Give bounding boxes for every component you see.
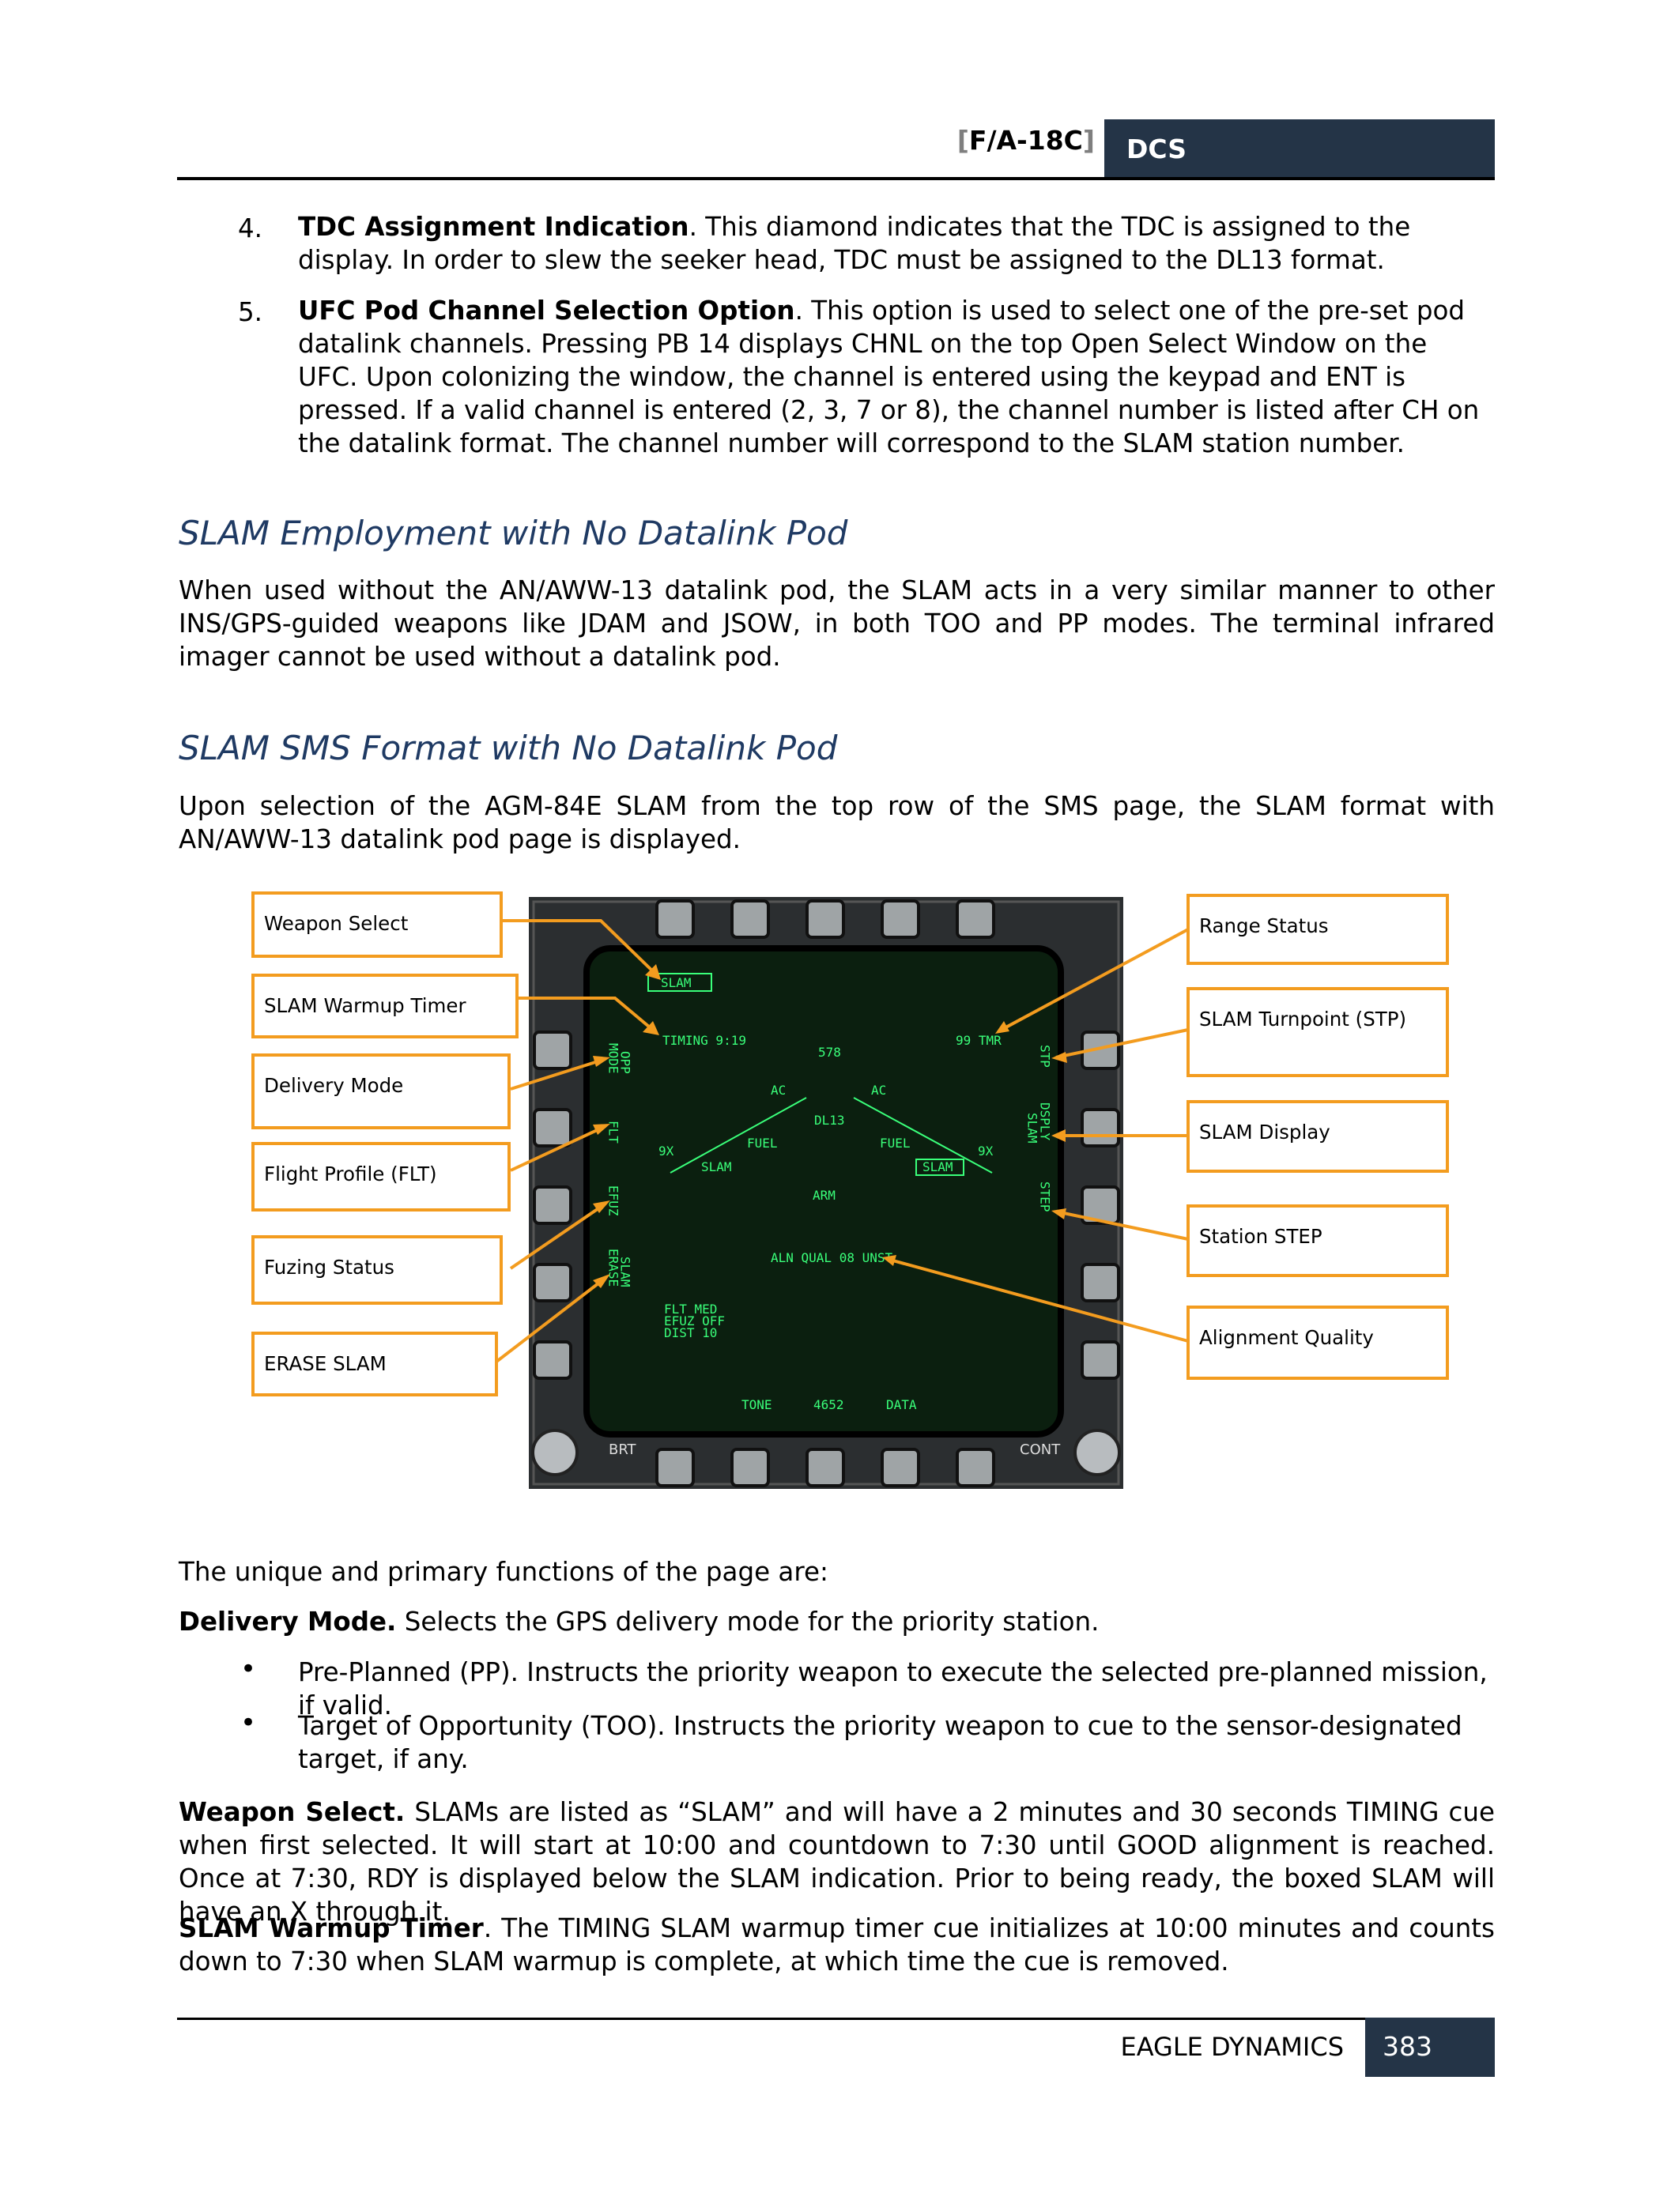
- page-number: 383: [1365, 2018, 1495, 2077]
- footer-company: EAGLE DYNAMICS: [1120, 2032, 1344, 2062]
- weapon-select-paragraph: Weapon Select. SLAMs are listed as “SLAM…: [179, 1797, 1495, 1927]
- pb-18[interactable]: [730, 1448, 770, 1487]
- opp-option: OPP: [618, 1051, 633, 1074]
- stp-option: STP: [1038, 1045, 1053, 1068]
- data-option: DATA: [886, 1397, 917, 1412]
- arm-status: ARM: [813, 1188, 836, 1203]
- bullet-dot: •: [240, 1707, 257, 1739]
- nine-right: 9X: [978, 1144, 994, 1159]
- pb-19[interactable]: [655, 1448, 695, 1487]
- timing-cue: TIMING 9:19: [662, 1033, 746, 1048]
- dsply-option: DSPLY: [1038, 1102, 1053, 1141]
- footer-rule: [177, 2018, 1495, 2020]
- pb-2[interactable]: [533, 1263, 572, 1302]
- pb-10[interactable]: [956, 899, 995, 939]
- callout-slam-display: SLAM Display: [1187, 1100, 1449, 1173]
- tone-option: TONE: [741, 1397, 772, 1412]
- pb-5[interactable]: [533, 1031, 572, 1070]
- pb-6[interactable]: [655, 899, 695, 939]
- callout-slam-warmup-timer: SLAM Warmup Timer: [251, 974, 519, 1038]
- range-status: 99 TMR: [956, 1033, 1002, 1048]
- pb-20[interactable]: [1081, 1340, 1120, 1380]
- bullet-dot: •: [240, 1653, 257, 1685]
- callout-fuzing-status: Fuzing Status: [251, 1235, 503, 1305]
- pb-9[interactable]: [881, 899, 920, 939]
- cont-knob[interactable]: [1073, 1429, 1121, 1476]
- fuel-right: FUEL: [880, 1136, 911, 1151]
- callout-erase-slam: ERASE SLAM: [251, 1332, 498, 1396]
- slam-erase-option: SLAM: [618, 1257, 633, 1287]
- heading-value: 578: [818, 1045, 841, 1060]
- slam-left: SLAM: [701, 1159, 732, 1174]
- efuz-option: EFUZ: [606, 1185, 621, 1216]
- ac-right: AC: [871, 1083, 886, 1098]
- cont-label: CONT: [1020, 1441, 1061, 1458]
- pb-17[interactable]: [805, 1448, 845, 1487]
- callout-flight-profile: Flight Profile (FLT): [251, 1142, 511, 1212]
- datalink-label: DL13: [814, 1113, 845, 1128]
- weapon-select-title: Weapon Select.: [179, 1797, 406, 1827]
- pb-1[interactable]: [533, 1340, 572, 1380]
- functions-intro: The unique and primary functions of the …: [179, 1557, 828, 1587]
- pb-3[interactable]: [533, 1185, 572, 1225]
- delivery-mode-title: Delivery Mode.: [179, 1607, 397, 1637]
- pb-12[interactable]: [1081, 1108, 1120, 1147]
- callout-weapon-select: Weapon Select: [251, 891, 503, 958]
- fuel-left: FUEL: [747, 1136, 778, 1151]
- pb-15[interactable]: [956, 1448, 995, 1487]
- pb-7[interactable]: [730, 899, 770, 939]
- nine-left: 9X: [658, 1144, 674, 1159]
- callout-range-status: Range Status: [1187, 894, 1449, 965]
- delivery-mode-paragraph: Delivery Mode. Selects the GPS delivery …: [179, 1607, 1100, 1637]
- bullet-target-of-opportunity: Target of Opportunity (TOO). Instructs t…: [298, 1711, 1462, 1774]
- brt-label: BRT: [609, 1441, 637, 1458]
- warmup-title: SLAM Warmup Timer: [179, 1913, 484, 1943]
- step-option: STEP: [1038, 1181, 1053, 1212]
- pb-16[interactable]: [881, 1448, 920, 1487]
- slam-box-label: SLAM: [661, 975, 692, 990]
- slam-right: SLAM: [922, 1159, 953, 1174]
- callout-alignment-quality: Alignment Quality: [1187, 1306, 1449, 1380]
- pb-8[interactable]: [805, 899, 845, 939]
- pb-4[interactable]: [533, 1108, 572, 1147]
- alignment-quality: ALN QUAL 08 UNST: [771, 1250, 892, 1265]
- dist-status: DIST 10: [664, 1325, 717, 1340]
- brt-knob[interactable]: [531, 1429, 579, 1476]
- callout-delivery-mode: Delivery Mode: [251, 1053, 511, 1129]
- pb-14[interactable]: [1081, 1263, 1120, 1302]
- callout-slam-turnpoint: SLAM Turnpoint (STP): [1187, 987, 1449, 1077]
- warmup-paragraph: SLAM Warmup Timer. The TIMING SLAM warmu…: [179, 1913, 1495, 1976]
- bottom-number: 4652: [813, 1397, 844, 1412]
- ac-left: AC: [771, 1083, 786, 1098]
- callout-station-step: Station STEP: [1187, 1204, 1449, 1277]
